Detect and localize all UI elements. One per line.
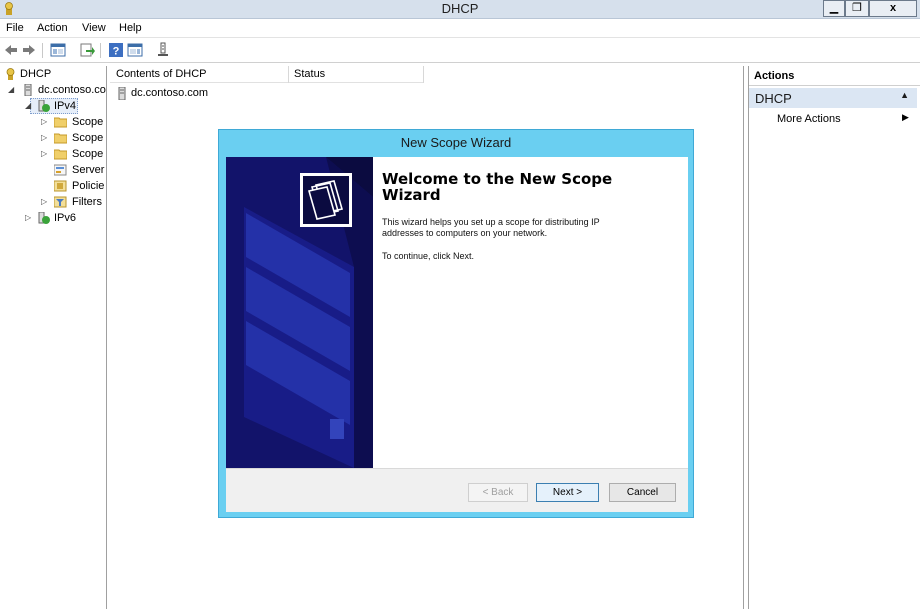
expander-icon[interactable]: ▷: [41, 114, 49, 130]
toolbar-separator: [42, 43, 43, 58]
column-header-contents[interactable]: Contents of DHCP: [116, 68, 206, 80]
tree-item-label: Filters: [72, 196, 102, 208]
actions-pane: Actions DHCP ▲ More Actions ▶: [748, 66, 920, 609]
tree-item-label: Scope: [72, 148, 104, 160]
folders-icon: [300, 173, 352, 227]
show-hide-console-tree-icon[interactable]: [50, 42, 66, 58]
policies-icon: [54, 180, 67, 192]
column-header-status[interactable]: Status: [294, 68, 325, 80]
filter-icon: [54, 196, 67, 208]
column-divider[interactable]: [288, 66, 289, 83]
dhcp-icon: [6, 68, 15, 80]
new-scope-wizard-dialog: New Scope Wizard Welcome to the New Scop…: [218, 129, 694, 518]
menu-file[interactable]: File: [6, 22, 24, 34]
tree-item-label: DHCP: [20, 68, 52, 80]
window-title: DHCP: [441, 1, 479, 16]
tree-item-label: dc.contoso.co: [38, 84, 106, 96]
tree-item-label: IPv4: [54, 100, 77, 112]
wizard-heading: Welcome to the New Scope Wizard: [382, 170, 613, 204]
server-icon: [118, 87, 126, 100]
dialog-title: New Scope Wizard: [400, 135, 512, 150]
folder-icon: [54, 149, 67, 160]
refresh-icon[interactable]: [155, 42, 171, 58]
actions-section-label: DHCP: [755, 91, 792, 106]
menu-view[interactable]: View: [82, 22, 106, 34]
help-icon[interactable]: ?: [108, 42, 124, 58]
cancel-button[interactable]: Cancel: [609, 483, 676, 502]
title-bar: DHCP ▁ ❐ x: [0, 0, 920, 19]
wizard-instruction: To continue, click Next.: [382, 251, 475, 261]
toolbar: ?: [0, 38, 920, 63]
svg-text:?: ?: [113, 46, 120, 58]
wizard-banner-image: [226, 157, 373, 468]
server-icon: [24, 84, 32, 96]
next-button[interactable]: Next >: [536, 483, 599, 502]
more-actions-item[interactable]: More Actions: [777, 113, 841, 125]
wizard-description: This wizard helps you set up a scope for…: [382, 217, 600, 238]
ipv6-icon: [38, 212, 50, 224]
back-arrow-icon[interactable]: [3, 42, 19, 58]
collapse-caret-icon[interactable]: ▲: [900, 90, 909, 100]
server-options-icon: [54, 164, 67, 176]
tree-item-label: Scope: [72, 132, 104, 144]
close-button[interactable]: x: [869, 0, 917, 17]
folder-icon: [54, 133, 67, 144]
forward-arrow-icon[interactable]: [21, 42, 37, 58]
toolbar-separator: [100, 43, 101, 58]
menu-help[interactable]: Help: [119, 22, 142, 34]
back-button[interactable]: < Back: [468, 483, 528, 502]
submenu-arrow-icon[interactable]: ▶: [902, 112, 909, 123]
actions-header: Actions: [749, 66, 920, 86]
column-header-row: Contents of DHCP Status: [110, 66, 424, 83]
show-hide-action-pane-icon[interactable]: [127, 42, 143, 58]
folder-icon: [54, 117, 67, 128]
dialog-client-area: Welcome to the New Scope Wizard This wiz…: [226, 157, 688, 512]
dialog-button-bar: < Back Next > Cancel: [226, 468, 688, 512]
list-item-label: dc.contoso.com: [131, 87, 209, 99]
expander-icon[interactable]: ◢: [8, 82, 16, 98]
expander-icon[interactable]: ▷: [25, 210, 33, 226]
expander-icon[interactable]: ▷: [41, 146, 49, 162]
menu-bar: File Action View Help: [0, 19, 920, 38]
expander-icon[interactable]: ▷: [41, 194, 49, 210]
ipv4-icon: [38, 100, 50, 112]
actions-section-dhcp[interactable]: DHCP ▲: [749, 88, 917, 108]
expander-icon[interactable]: ◢: [25, 98, 33, 114]
column-divider[interactable]: [423, 66, 424, 83]
tree-item-label: Policie: [72, 180, 105, 192]
expander-icon[interactable]: ▷: [41, 130, 49, 146]
tree-item-label: IPv6: [54, 212, 77, 224]
console-tree: DHCP ◢ dc.contoso.co ◢ IPv4 ▷ Scope ▷ Sc…: [0, 66, 107, 609]
tree-item-label: Server: [72, 164, 105, 176]
menu-action[interactable]: Action: [37, 22, 68, 34]
restore-button[interactable]: ❐: [845, 0, 869, 17]
minimize-button[interactable]: ▁: [823, 0, 845, 17]
tree-item-label: Scope: [72, 116, 104, 128]
export-list-icon[interactable]: [79, 42, 95, 58]
